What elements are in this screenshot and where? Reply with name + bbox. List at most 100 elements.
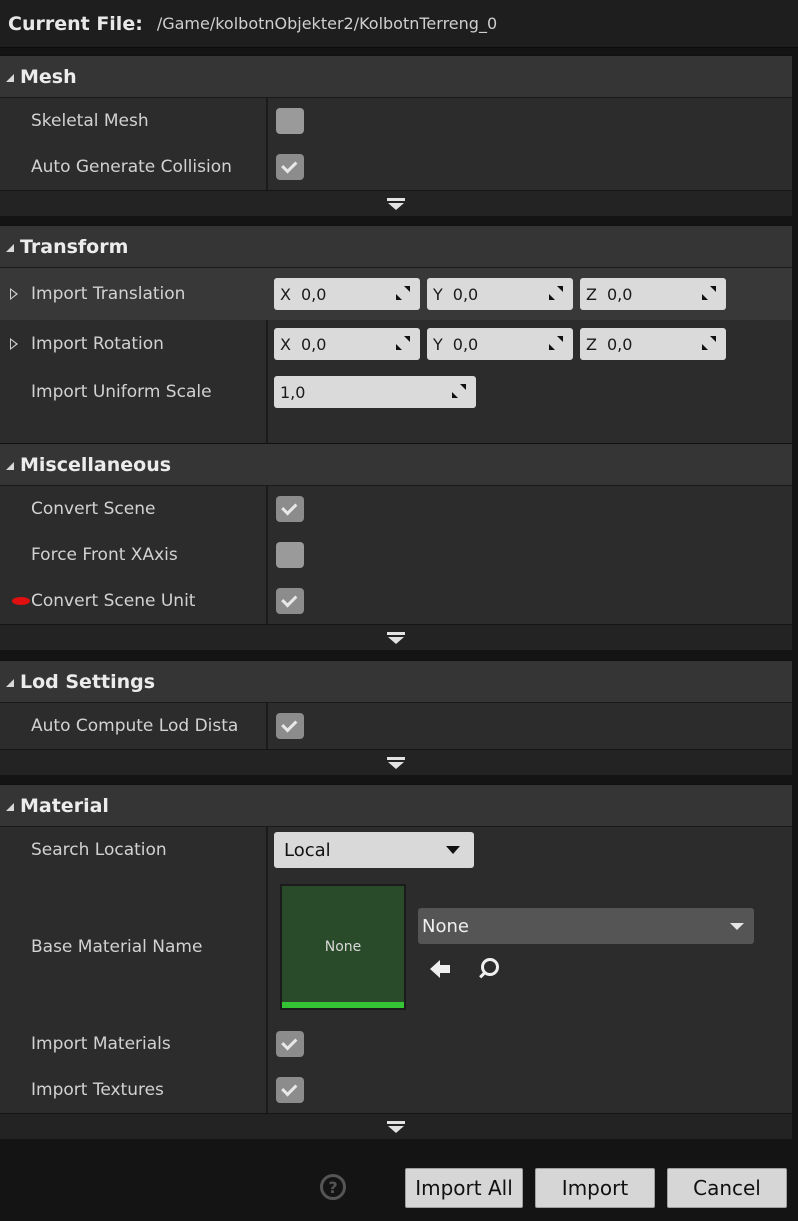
section-header-material[interactable]: Material [0, 785, 792, 827]
field-value: 0,0 [452, 284, 479, 304]
prop-label: Import Uniform Scale [31, 382, 212, 402]
prop-label: Base Material Name [31, 937, 203, 957]
translation-y-field[interactable]: Y 0,0 [427, 278, 573, 310]
chevron-down-icon [730, 923, 744, 930]
prop-row-import-translation: Import Translation X 0,0 Y 0,0 Z 0,0 [0, 268, 792, 320]
field-value: 0,0 [300, 334, 327, 354]
prop-label-with-expander: Import Rotation [0, 334, 266, 354]
import-button[interactable]: Import [535, 1168, 655, 1208]
asset-picker-value: None [422, 915, 469, 937]
current-file-path: /Game/kolbotnObjekter2/KolbotnTerreng_0 [156, 14, 498, 33]
drag-spin-icon[interactable] [452, 384, 466, 398]
prop-label: Search Location [31, 840, 167, 860]
section-rows: Search Location Local Base Material Name… [0, 827, 792, 1113]
prop-row-import-rotation: Import Rotation X 0,0 Y 0,0 Z 0,0 [0, 320, 792, 368]
base-material-asset-picker[interactable]: None [418, 908, 754, 944]
drag-spin-icon[interactable] [396, 286, 410, 300]
section-title: Transform [20, 235, 129, 258]
section-header-transform[interactable]: Transform [0, 226, 792, 268]
drag-spin-icon[interactable] [549, 286, 563, 300]
asset-type-color-bar [282, 1002, 404, 1008]
search-location-dropdown[interactable]: Local [274, 832, 474, 868]
chevron-down-icon [446, 846, 460, 854]
rotation-x-field[interactable]: X 0,0 [274, 328, 420, 360]
current-file-label: Current File: [8, 12, 143, 35]
rotation-y-field[interactable]: Y 0,0 [427, 328, 573, 360]
axis-label: Z [586, 284, 597, 304]
advanced-expander[interactable] [0, 624, 792, 650]
prop-label: Import Translation [31, 284, 186, 304]
section-header-lod-settings[interactable]: Lod Settings [0, 661, 792, 703]
use-selected-arrow-icon[interactable] [428, 956, 454, 982]
expand-triangle-icon[interactable] [10, 338, 18, 350]
prop-label: Import Rotation [31, 334, 164, 354]
advanced-expander[interactable] [0, 749, 792, 775]
section-header-miscellaneous[interactable]: Miscellaneous [0, 444, 792, 486]
prop-label: Import Textures [31, 1080, 164, 1100]
axis-label: Z [586, 334, 597, 354]
help-glyph: ? [328, 1177, 338, 1197]
section-mesh: Mesh Skeletal Mesh Auto Generate Collisi… [0, 55, 792, 216]
section-title: Lod Settings [20, 670, 156, 693]
spacer-row [0, 416, 792, 440]
check-icon [281, 1079, 298, 1097]
uniform-scale-field[interactable]: 1,0 [274, 376, 476, 408]
import-materials-checkbox[interactable] [276, 1031, 304, 1057]
check-icon [281, 498, 298, 516]
convert-scene-checkbox[interactable] [276, 496, 304, 522]
advanced-expander[interactable] [0, 190, 792, 216]
drag-spin-icon[interactable] [549, 336, 563, 350]
expand-triangle-icon[interactable] [10, 288, 18, 300]
material-thumbnail[interactable]: None [280, 884, 406, 1010]
expand-advanced-icon [387, 197, 405, 210]
auto-compute-lod-checkbox[interactable] [276, 713, 304, 739]
prop-row-base-material-name: Base Material Name None None [0, 873, 792, 1021]
axis-label: X [280, 284, 291, 304]
collapse-triangle-icon [6, 73, 14, 82]
prop-label: Auto Compute Lod Dista [31, 716, 239, 736]
prop-row-import-uniform-scale: Import Uniform Scale 1,0 [0, 368, 792, 416]
prop-label: Force Front XAxis [31, 545, 178, 565]
drag-spin-icon[interactable] [702, 286, 716, 300]
cancel-button[interactable]: Cancel [667, 1168, 787, 1208]
drag-spin-icon[interactable] [396, 336, 410, 350]
drag-spin-icon[interactable] [702, 336, 716, 350]
import-all-button[interactable]: Import All [405, 1168, 523, 1208]
help-icon[interactable]: ? [320, 1174, 346, 1200]
section-lod-settings: Lod Settings Auto Compute Lod Dista [0, 660, 792, 775]
auto-generate-collision-checkbox[interactable] [276, 154, 304, 180]
prop-label: Import Materials [31, 1034, 171, 1054]
translation-z-field[interactable]: Z 0,0 [580, 278, 726, 310]
field-value: 0,0 [300, 284, 327, 304]
prop-row-import-textures: Import Textures [0, 1067, 792, 1113]
axis-label: X [280, 334, 291, 354]
collapse-triangle-icon [6, 461, 14, 470]
force-front-xaxis-checkbox[interactable] [276, 542, 304, 568]
thumbnail-label: None [324, 939, 362, 955]
import-textures-checkbox[interactable] [276, 1077, 304, 1103]
skeletal-mesh-checkbox[interactable] [276, 108, 304, 134]
section-header-mesh[interactable]: Mesh [0, 56, 792, 98]
field-value: 0,0 [606, 334, 633, 354]
advanced-expander[interactable] [0, 1113, 792, 1139]
modified-marker-icon [12, 597, 30, 605]
section-title: Miscellaneous [20, 453, 172, 476]
section-rows: Import Translation X 0,0 Y 0,0 Z 0,0 Import… [0, 268, 792, 444]
expand-advanced-icon [387, 756, 405, 769]
axis-label: Y [433, 284, 443, 304]
rotation-z-field[interactable]: Z 0,0 [580, 328, 726, 360]
section-title: Material [20, 794, 109, 817]
prop-label: Auto Generate Collision [31, 157, 232, 177]
convert-scene-unit-checkbox[interactable] [276, 588, 304, 614]
collapse-triangle-icon [6, 802, 14, 811]
browse-search-icon[interactable] [475, 956, 501, 982]
section-rows: Auto Compute Lod Dista [0, 703, 792, 749]
prop-label-with-marker: Convert Scene Unit [0, 591, 266, 611]
expand-advanced-icon [387, 631, 405, 644]
translation-x-field[interactable]: X 0,0 [274, 278, 420, 310]
check-icon [281, 1033, 298, 1051]
section-material: Material Search Location Local Base Mate… [0, 784, 792, 1139]
prop-row-search-location: Search Location Local [0, 827, 792, 873]
prop-row-import-materials: Import Materials [0, 1021, 792, 1067]
dialog-footer: ? Import All Import Cancel [0, 1156, 798, 1221]
